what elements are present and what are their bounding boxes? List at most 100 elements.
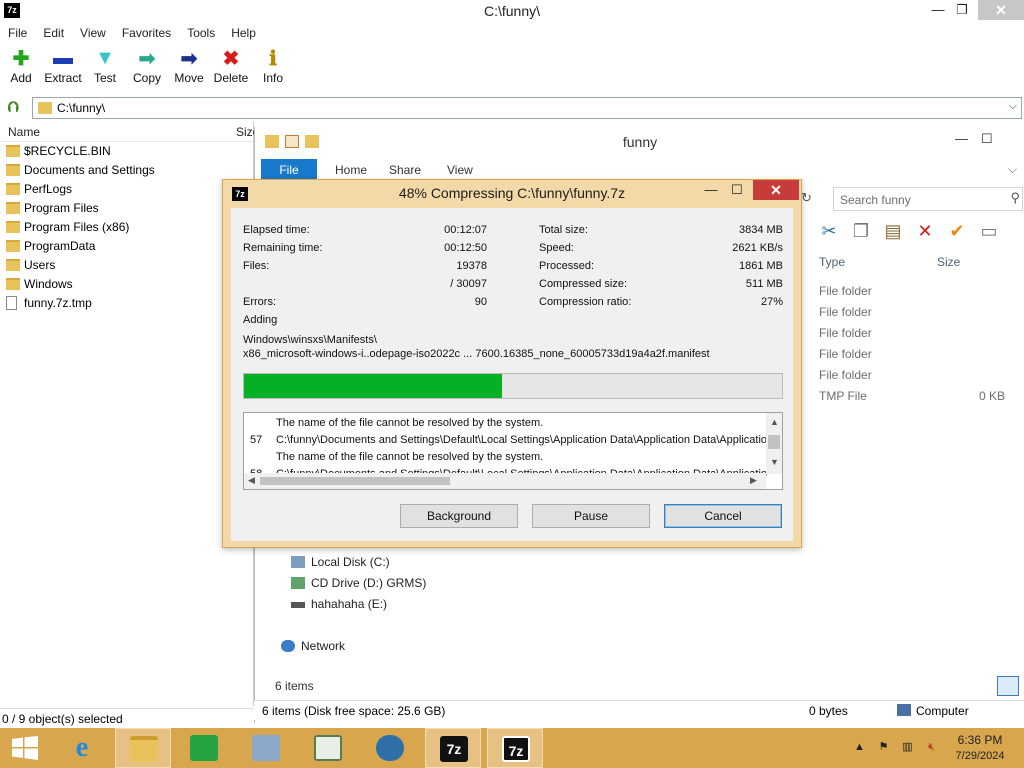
menu-favorites[interactable]: Favorites [114,24,179,42]
table-row[interactable]: File folder [817,302,1024,322]
table-row[interactable]: TMP File 0 KB [817,386,1024,406]
properties-icon[interactable]: ▭ [977,219,1001,243]
test-label: Test [93,71,116,85]
column-type[interactable]: Type [819,255,845,269]
dialog-minimize-button[interactable]: — [701,182,721,202]
list-item[interactable]: Program Files (x86) [0,218,253,237]
table-row[interactable]: File folder [817,344,1024,364]
taskbar-store[interactable] [176,728,232,768]
explorer-maximize-button[interactable]: ☐ [981,131,993,147]
scroll-up-icon[interactable]: ▲ [770,417,779,427]
table-row[interactable]: File folder [817,281,1024,301]
clock-date[interactable]: 7/29/2024 [950,750,1010,762]
chevron-down-icon[interactable]: ⌵ [1009,100,1017,113]
folder-icon [6,164,20,176]
speed-label: Speed: [539,242,574,254]
volume-muted-icon[interactable]: 🔇︎ [924,740,939,755]
list-item[interactable]: Windows [0,275,253,294]
move-arrow-icon: ➡ [180,47,198,70]
taskbar-ie[interactable]: e [54,728,110,768]
column-name[interactable]: Name [8,125,40,139]
ribbon-expand-icon[interactable]: ⌵ [1008,162,1017,177]
list-item[interactable]: PerfLogs [0,180,253,199]
search-input[interactable]: Search funny ⚲ [833,187,1023,211]
taskbar-7zip-1[interactable]: 7z [425,728,481,768]
file-list: Name Size $RECYCLE.BIN Documents and Set… [0,122,259,706]
current-path: Windows\winsxs\Manifests\ [243,334,377,346]
taskbar-app-4[interactable] [238,728,294,768]
item-name: $RECYCLE.BIN [24,144,111,158]
menu-bar: File Edit View Favorites Tools Help [0,24,264,42]
up-folder-icon[interactable]: ⮉ [4,99,22,117]
clock-time[interactable]: 6:36 PM [950,733,1010,747]
copy-icon[interactable]: ❐ [849,219,873,243]
compressed-size-label: Compressed size: [539,278,628,290]
paste-icon[interactable]: ▤ [881,219,905,243]
files-total-value: / 30097 [450,278,487,290]
address-input[interactable]: C:\funny\ ⌵ [32,97,1022,119]
elapsed-label: Elapsed time: [243,224,310,236]
item-name: Windows [24,277,73,291]
horizontal-scrollbar[interactable]: ◀ ▶ [244,473,766,489]
copy-button[interactable]: ➡ Copy [126,46,168,92]
cut-icon[interactable]: ✂ [817,219,841,243]
cancel-button[interactable]: Cancel [664,504,782,528]
menu-file[interactable]: File [0,24,35,42]
ribbon-view-tab[interactable]: View [447,163,473,177]
vertical-scrollbar[interactable]: ▲ ▼ [766,413,782,474]
scroll-down-icon[interactable]: ▼ [770,457,779,467]
dialog-maximize-button[interactable]: ☐ [727,182,747,202]
rename-icon[interactable]: ✔ [945,219,969,243]
network-tray-icon[interactable]: ▥ [900,740,915,755]
info-button[interactable]: ℹ Info [252,46,294,92]
taskbar-7zip-2[interactable]: 7z [487,728,543,768]
extract-button[interactable]: ▬ Extract [42,46,84,92]
refresh-icon[interactable]: ↻ [801,190,817,208]
dialog-close-button[interactable]: ✕ [753,180,799,200]
list-item[interactable]: Program Files [0,199,253,218]
add-button[interactable]: ✚ Add [0,46,42,92]
menu-tools[interactable]: Tools [179,24,223,42]
table-row[interactable]: File folder [817,323,1024,343]
close-button[interactable]: ✕ [978,0,1024,20]
pause-button[interactable]: Pause [532,504,650,528]
scroll-left-icon[interactable]: ◀ [248,475,255,486]
details-view-button[interactable] [997,676,1019,696]
tray-overflow-icon[interactable]: ▲ [852,740,867,755]
list-item[interactable]: $RECYCLE.BIN [0,142,253,161]
scroll-right-icon[interactable]: ▶ [750,475,757,486]
list-item[interactable]: Documents and Settings [0,161,253,180]
file-list-header: Name Size [0,122,259,142]
column-size[interactable]: Size [937,255,960,269]
action-center-icon[interactable]: ⚑ [876,740,891,755]
list-item[interactable]: funny.7z.tmp [0,294,253,313]
background-button[interactable]: Background [400,504,518,528]
delete-icon[interactable]: ✕ [913,219,937,243]
delete-button[interactable]: ✖ Delete [210,46,252,92]
explorer-minimize-button[interactable]: — [955,131,968,146]
scroll-thumb[interactable] [260,477,450,485]
list-item[interactable]: ProgramData [0,237,253,256]
item-name: funny.7z.tmp [24,296,92,310]
table-row[interactable]: File folder [817,365,1024,385]
menu-edit[interactable]: Edit [35,24,72,42]
test-button[interactable]: ▼ Test [84,46,126,92]
error-log[interactable]: The name of the file cannot be resolved … [243,412,783,490]
console-icon [314,735,342,761]
start-button[interactable] [0,728,56,768]
taskbar-file-explorer[interactable] [115,728,171,768]
status-items: 6 items (Disk free space: 25.6 GB) [262,704,446,718]
scroll-thumb[interactable] [768,435,780,449]
search-icon: ⚲ [1010,190,1020,205]
ribbon-file-tab[interactable]: File [261,159,317,181]
list-item[interactable]: Users [0,256,253,275]
taskbar-app-6[interactable] [362,728,418,768]
move-button[interactable]: ➡ Move [168,46,210,92]
restore-button[interactable]: ❐ [948,0,976,22]
ribbon-home-tab[interactable]: Home [335,163,367,177]
menu-view[interactable]: View [72,24,114,42]
menu-help[interactable]: Help [223,24,264,42]
taskbar-app-5[interactable] [300,728,356,768]
internet-explorer-icon: e [75,732,89,763]
ribbon-share-tab[interactable]: Share [389,163,421,177]
